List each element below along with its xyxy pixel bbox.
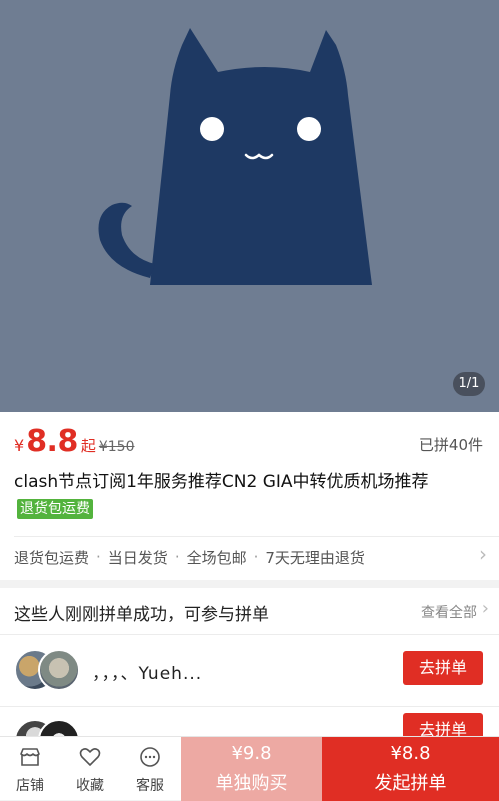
start-group-button[interactable]: ¥8.8 发起拼单 (322, 737, 499, 801)
chevron-right-icon[interactable]: › (482, 598, 489, 619)
single-label: 单独购买 (215, 773, 288, 794)
shop-label: 店铺 (16, 778, 44, 794)
separator-dot: · (174, 548, 180, 566)
service-item: 退货包运费 (14, 548, 90, 567)
price-row: ¥ 8.8 起 ¥150 (14, 424, 135, 460)
price: 8.8 (26, 424, 78, 459)
divider (14, 536, 499, 537)
product-title-text: clash节点订阅1年服务推荐CN2 GIA中转优质机场推荐 (14, 472, 429, 492)
group-buy-header: 这些人刚刚拼单成功，可参与拼单 (14, 605, 269, 625)
separator-dot: · (96, 548, 101, 566)
return-shipping-tag: 退货包运费 (17, 499, 93, 519)
service-guarantees[interactable]: 退货包运费 · 当日发货 · 全场包邮 · 7天无理由退货 (14, 542, 365, 572)
original-price: ¥150 (98, 439, 135, 455)
product-info: ¥ 8.8 起 ¥150 已拼40件 clash节点订阅1年服务推荐CN2 GI… (0, 412, 499, 580)
group-member-names: ，，，、Yueh... (92, 664, 203, 684)
separator-dot: · (253, 548, 259, 566)
see-all-link[interactable]: 查看全部 (421, 602, 477, 622)
customer-service-button[interactable]: 客服 (120, 737, 180, 801)
shop-icon (20, 748, 40, 766)
avatar (38, 649, 80, 691)
bottom-action-bar: 店铺 收藏 客服 ¥9.8 单独购买 ¥8.8 发起拼单 (0, 736, 499, 801)
sold-count: 已拼40件 (418, 436, 483, 454)
currency-symbol: ¥ (14, 436, 25, 455)
service-label: 客服 (136, 778, 164, 794)
price-suffix: 起 (80, 437, 96, 455)
single-price: ¥9.8 (231, 743, 272, 764)
service-item: 当日发货 (107, 548, 168, 567)
product-image[interactable]: 1/1 (0, 0, 499, 412)
shop-button[interactable]: 店铺 (0, 737, 60, 801)
chat-icon (140, 747, 160, 767)
service-item: 全场包邮 (186, 548, 247, 567)
service-item: 7天无理由退货 (265, 548, 365, 567)
product-title: clash节点订阅1年服务推荐CN2 GIA中转优质机场推荐 退货包运费 (14, 468, 484, 524)
favorite-button[interactable]: 收藏 (60, 737, 120, 801)
page-indicator: 1/1 (453, 372, 485, 396)
buy-alone-button[interactable]: ¥9.8 单独购买 (181, 737, 322, 801)
chevron-right-icon[interactable]: › (479, 542, 487, 566)
heart-icon (79, 748, 101, 766)
join-group-button[interactable]: 去拼单 (403, 651, 483, 685)
group-label: 发起拼单 (374, 773, 447, 794)
favorite-label: 收藏 (76, 778, 104, 794)
clash-cat-logo (98, 28, 372, 285)
group-row: ，，，、Yueh... 去拼单 (0, 635, 499, 705)
group-price: ¥8.8 (390, 743, 431, 764)
